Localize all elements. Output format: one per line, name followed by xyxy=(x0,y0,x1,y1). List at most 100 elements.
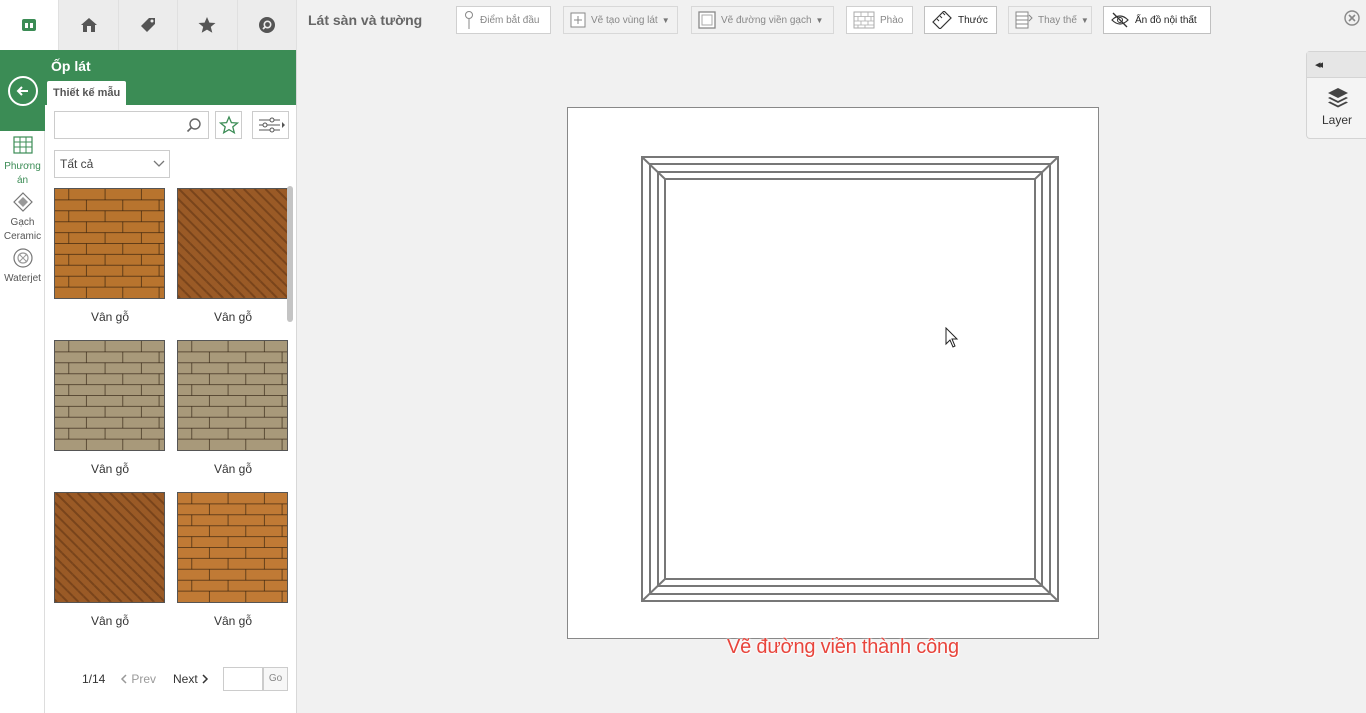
category-filter-select[interactable]: Tất cả xyxy=(54,150,170,178)
tile-thumbnail[interactable] xyxy=(0,492,393,603)
category-label: Phương án xyxy=(4,161,41,186)
home-tab[interactable] xyxy=(59,0,119,50)
panel-header: Ốp lát Thiết kế mẫu xyxy=(45,50,296,105)
border-icon xyxy=(698,11,716,29)
search-icon[interactable] xyxy=(186,117,202,133)
category-label: Gạch Ceramic xyxy=(3,217,42,242)
start-point-label: Điểm bắt đầu xyxy=(480,14,540,26)
hide-furniture-button[interactable]: Ẩn đồ nội thất xyxy=(1103,6,1211,34)
tile-card[interactable]: Vân gỗ xyxy=(59,188,516,324)
tab-thiet-ke-mau[interactable]: Thiết kế mẫu xyxy=(47,81,127,105)
search-tab[interactable] xyxy=(237,0,297,50)
favorite-tab[interactable] xyxy=(178,0,238,50)
status-message: Vẽ đường viền thành công xyxy=(727,636,959,658)
page-title: Lát sàn và tường xyxy=(308,12,423,28)
mouse-cursor-icon xyxy=(945,327,959,348)
tag-icon xyxy=(140,18,155,32)
search-circle-icon xyxy=(258,17,275,33)
draw-border-label: Vẽ đường viền gạch xyxy=(721,14,812,26)
tile-label: Vân gỗ xyxy=(213,614,253,628)
tile-card[interactable]: Vân gỗ xyxy=(177,492,289,628)
tile-label: Vân gỗ xyxy=(90,462,130,476)
layer-label: Layer xyxy=(1321,113,1353,127)
star-icon xyxy=(198,17,216,33)
brick-wall-icon xyxy=(853,11,875,29)
page-number-input[interactable] xyxy=(223,667,263,691)
star-outline-icon xyxy=(218,115,239,135)
ruler-label: Thước xyxy=(958,14,988,26)
search-box xyxy=(54,111,209,139)
category-phuong-an[interactable]: Phương án xyxy=(0,135,45,188)
tile-label: Vân gỗ xyxy=(213,310,253,324)
logo-tab[interactable] xyxy=(0,0,60,50)
filter-settings-button[interactable] xyxy=(252,111,289,139)
ruler-button[interactable]: Thước xyxy=(924,6,997,34)
replace-icon xyxy=(1015,11,1033,29)
hide-furniture-label: Ẩn đồ nội thất xyxy=(1135,14,1197,26)
tile-thumbnail[interactable] xyxy=(177,492,288,603)
add-area-icon xyxy=(570,12,586,28)
eye-slash-icon xyxy=(1111,12,1129,28)
chevron-down-icon xyxy=(153,160,165,167)
tile-card[interactable]: Vân gỗ xyxy=(54,188,166,324)
collapse-icon: ◂◂ xyxy=(1315,59,1323,71)
chevron-left-icon xyxy=(120,674,127,684)
caret-down-icon[interactable]: ▼ xyxy=(662,16,670,25)
layer-panel: ◂◂ Layer xyxy=(1306,51,1366,139)
tile-thumbnail[interactable] xyxy=(177,340,288,451)
tile-card[interactable]: Vân gỗ xyxy=(177,340,289,476)
create-area-label: Vẽ tạo vùng lát xyxy=(591,14,658,26)
category-label: Waterjet xyxy=(4,273,41,284)
pin-icon xyxy=(465,11,473,29)
tile-thumbnail[interactable] xyxy=(54,188,165,299)
arrow-left-icon xyxy=(16,85,28,96)
waterjet-icon xyxy=(12,248,33,268)
tile-label: Vân gỗ xyxy=(90,614,130,628)
tile-card[interactable]: Vân gỗ xyxy=(54,340,166,476)
search-input[interactable] xyxy=(55,112,180,138)
diamond-tile-icon xyxy=(12,192,33,212)
toolbar: Lát sàn và tường Điểm bắt đầu Vẽ tạo vùn… xyxy=(297,0,1366,40)
chevron-right-icon xyxy=(202,674,209,684)
molding-button[interactable]: Phào xyxy=(846,6,913,34)
pagination: 1/14 Prev Next Go xyxy=(54,667,290,691)
replace-button[interactable]: Thay thế ▼ xyxy=(1008,6,1092,34)
next-button[interactable]: Next xyxy=(173,672,209,686)
favorite-filter-button[interactable] xyxy=(215,111,242,139)
caret-down-icon[interactable]: ▼ xyxy=(816,16,824,25)
panel-title: Ốp lát xyxy=(51,58,91,74)
category-waterjet[interactable]: Waterjet xyxy=(0,248,45,286)
molding-label: Phào xyxy=(880,14,904,26)
category-gach-ceramic[interactable]: Gạch Ceramic xyxy=(0,192,45,244)
top-icon-bar xyxy=(0,0,297,50)
tile-card[interactable]: Vân gỗ xyxy=(0,492,393,628)
scrollbar[interactable] xyxy=(287,186,293,322)
caret-down-icon[interactable]: ▼ xyxy=(1081,16,1089,25)
sliders-icon xyxy=(258,117,285,133)
tile-label: Vân gỗ xyxy=(90,310,130,324)
next-label: Next xyxy=(173,672,198,686)
left-panel: Phương án Gạch Ceramic Waterjet Ốp lát T… xyxy=(0,0,516,713)
category-filter-value: Tất cả xyxy=(60,157,94,171)
grid-icon xyxy=(12,136,33,154)
go-button[interactable]: Go xyxy=(263,667,288,691)
collapse-panel-button[interactable]: ◂◂ xyxy=(1307,52,1366,78)
tile-label: Vân gỗ xyxy=(213,462,253,476)
house-icon xyxy=(80,18,97,32)
logo-icon xyxy=(22,19,37,31)
tile-thumbnail[interactable] xyxy=(59,188,516,299)
ruler-icon xyxy=(932,11,952,29)
tile-thumbnail[interactable] xyxy=(54,340,165,451)
layers-icon[interactable] xyxy=(1327,86,1349,108)
back-button[interactable] xyxy=(0,50,45,131)
prev-button[interactable]: Prev xyxy=(120,672,156,686)
prev-label: Prev xyxy=(131,672,157,686)
draw-border-button[interactable]: Vẽ đường viền gạch ▼ xyxy=(691,6,834,34)
start-point-button[interactable]: Điểm bắt đầu xyxy=(456,6,551,34)
close-icon[interactable] xyxy=(1344,10,1360,26)
replace-label: Thay thế xyxy=(1038,14,1077,26)
tag-tab[interactable] xyxy=(118,0,179,50)
create-area-button[interactable]: Vẽ tạo vùng lát ▼ xyxy=(563,6,678,34)
category-column: Phương án Gạch Ceramic Waterjet xyxy=(0,50,45,713)
tile-border-drawing[interactable] xyxy=(641,156,1059,603)
